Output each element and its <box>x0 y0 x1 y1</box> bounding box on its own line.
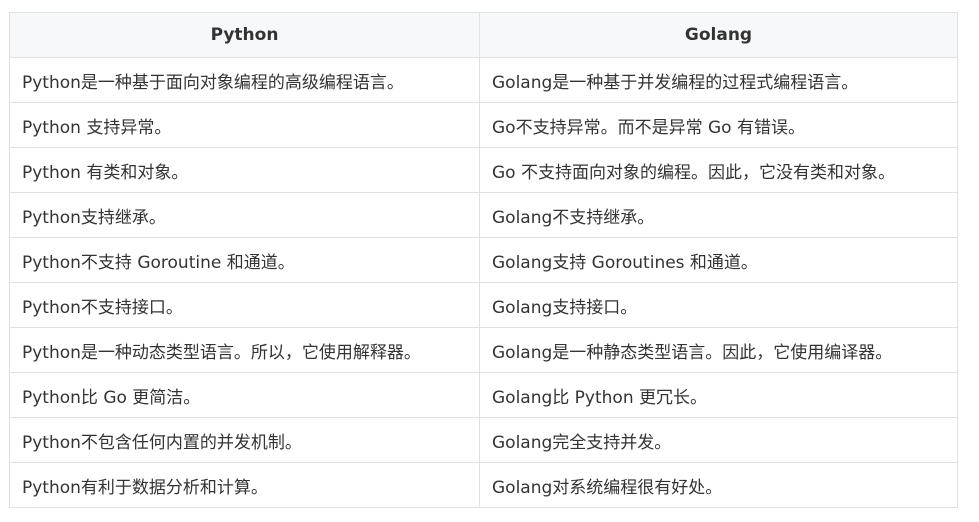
golang-cell: Golang不支持继承。 <box>479 192 958 238</box>
table-row: Python不支持接口。 Golang支持接口。 <box>9 282 958 328</box>
golang-cell: Golang支持 Goroutines 和通道。 <box>479 237 958 283</box>
golang-cell: Go不支持异常。而不是异常 Go 有错误。 <box>479 102 958 148</box>
comparison-table-container: Python Golang Python是一种基于面向对象编程的高级编程语言。 … <box>9 12 958 508</box>
python-cell: Python不包含任何内置的并发机制。 <box>9 417 480 463</box>
header-python: Python <box>9 12 480 58</box>
table-row: Python支持继承。 Golang不支持继承。 <box>9 192 958 238</box>
python-cell: Python是一种基于面向对象编程的高级编程语言。 <box>9 57 480 103</box>
python-cell: Python不支持 Goroutine 和通道。 <box>9 237 480 283</box>
golang-cell: Golang完全支持并发。 <box>479 417 958 463</box>
python-cell: Python有利于数据分析和计算。 <box>9 462 480 508</box>
table-row: Python不包含任何内置的并发机制。 Golang完全支持并发。 <box>9 417 958 463</box>
golang-cell: Golang比 Python 更冗长。 <box>479 372 958 418</box>
python-cell: Python 有类和对象。 <box>9 147 480 193</box>
golang-cell: Go 不支持面向对象的编程。因此，它没有类和对象。 <box>479 147 958 193</box>
header-golang: Golang <box>479 12 958 58</box>
table-row: Python是一种基于面向对象编程的高级编程语言。 Golang是一种基于并发编… <box>9 57 958 103</box>
table-header: Python Golang <box>9 12 958 58</box>
header-row: Python Golang <box>9 12 958 58</box>
golang-cell: Golang支持接口。 <box>479 282 958 328</box>
python-cell: Python比 Go 更简洁。 <box>9 372 480 418</box>
golang-cell: Golang对系统编程很有好处。 <box>479 462 958 508</box>
table-row: Python比 Go 更简洁。 Golang比 Python 更冗长。 <box>9 372 958 418</box>
table-row: Python 支持异常。 Go不支持异常。而不是异常 Go 有错误。 <box>9 102 958 148</box>
golang-cell: Golang是一种基于并发编程的过程式编程语言。 <box>479 57 958 103</box>
python-cell: Python不支持接口。 <box>9 282 480 328</box>
table-row: Python有利于数据分析和计算。 Golang对系统编程很有好处。 <box>9 462 958 508</box>
python-cell: Python是一种动态类型语言。所以，它使用解释器。 <box>9 327 480 373</box>
table-row: Python是一种动态类型语言。所以，它使用解释器。 Golang是一种静态类型… <box>9 327 958 373</box>
python-vs-golang-table: Python Golang Python是一种基于面向对象编程的高级编程语言。 … <box>9 12 958 508</box>
table-row: Python 有类和对象。 Go 不支持面向对象的编程。因此，它没有类和对象。 <box>9 147 958 193</box>
python-cell: Python支持继承。 <box>9 192 480 238</box>
python-cell: Python 支持异常。 <box>9 102 480 148</box>
golang-cell: Golang是一种静态类型语言。因此，它使用编译器。 <box>479 327 958 373</box>
table-row: Python不支持 Goroutine 和通道。 Golang支持 Gorout… <box>9 237 958 283</box>
table-body: Python是一种基于面向对象编程的高级编程语言。 Golang是一种基于并发编… <box>9 57 958 508</box>
